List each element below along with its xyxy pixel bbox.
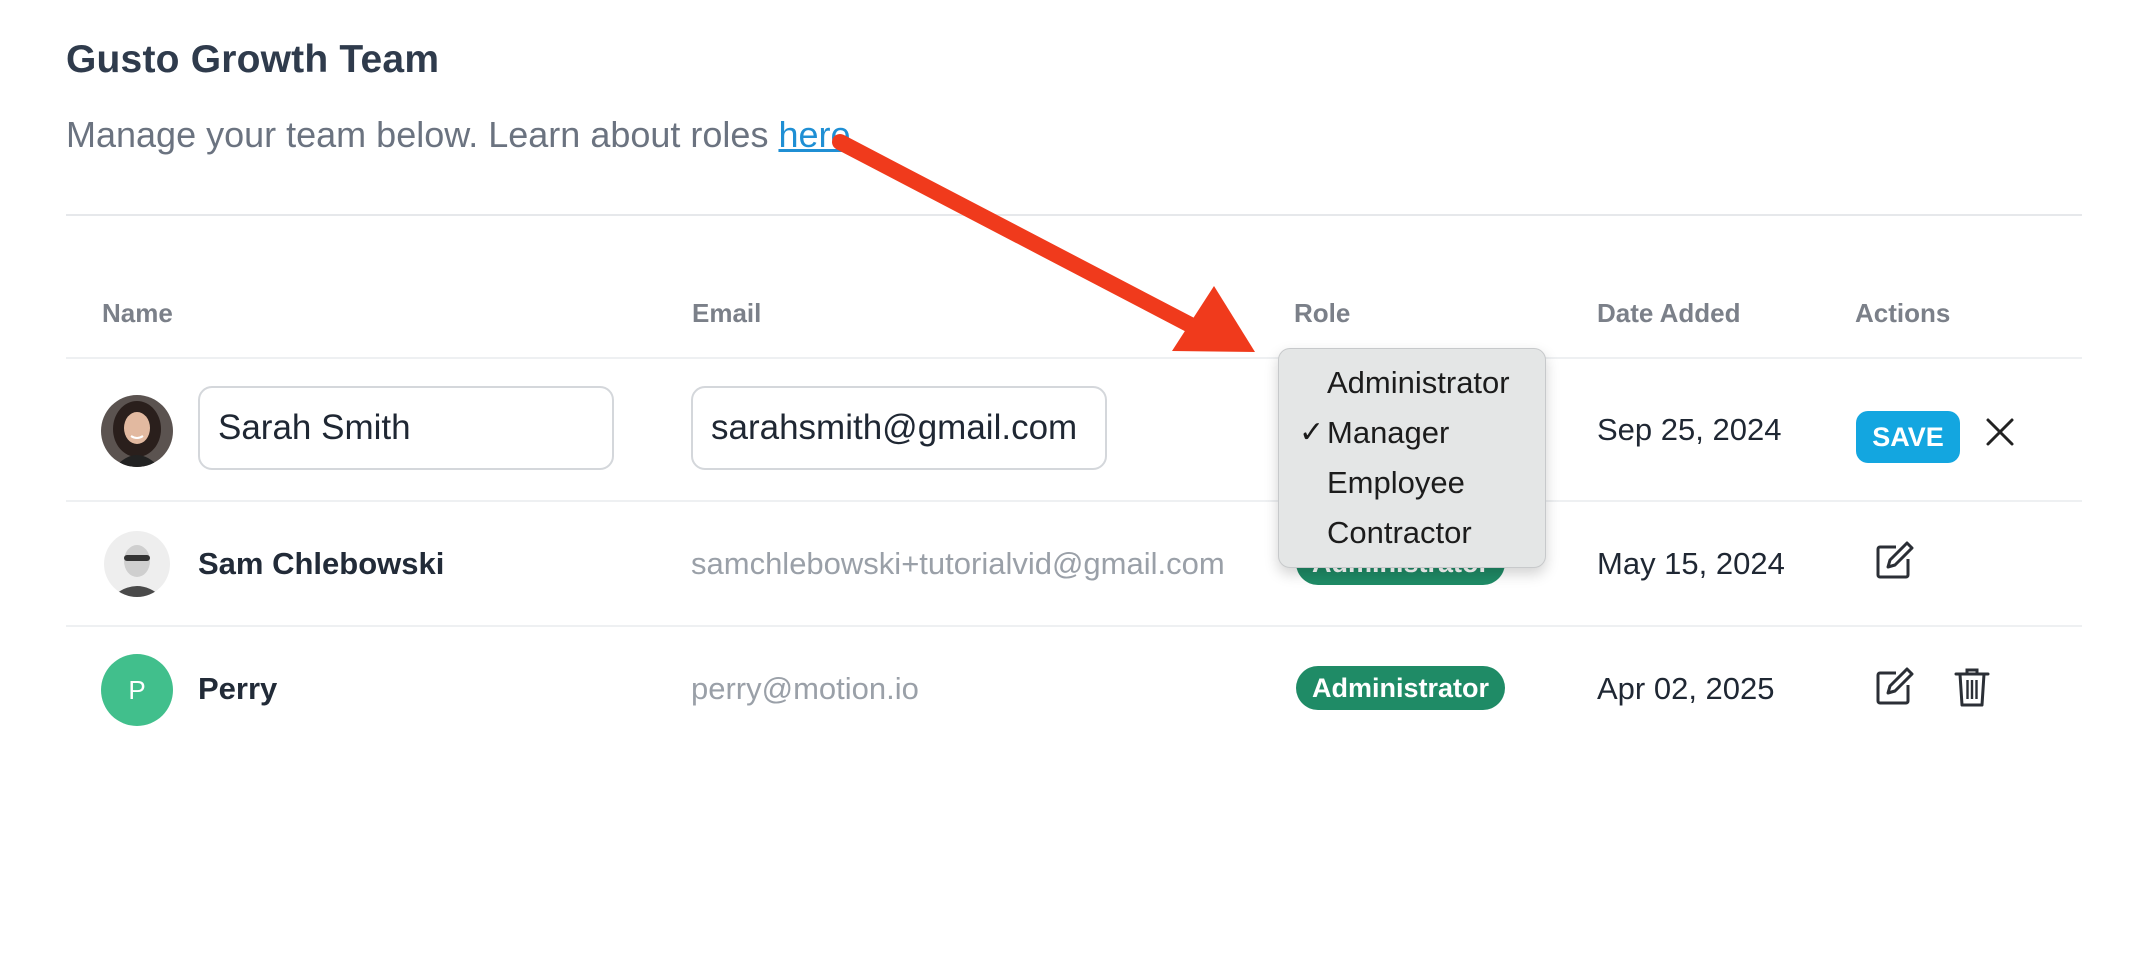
annotation-arrow-icon	[832, 134, 1255, 352]
